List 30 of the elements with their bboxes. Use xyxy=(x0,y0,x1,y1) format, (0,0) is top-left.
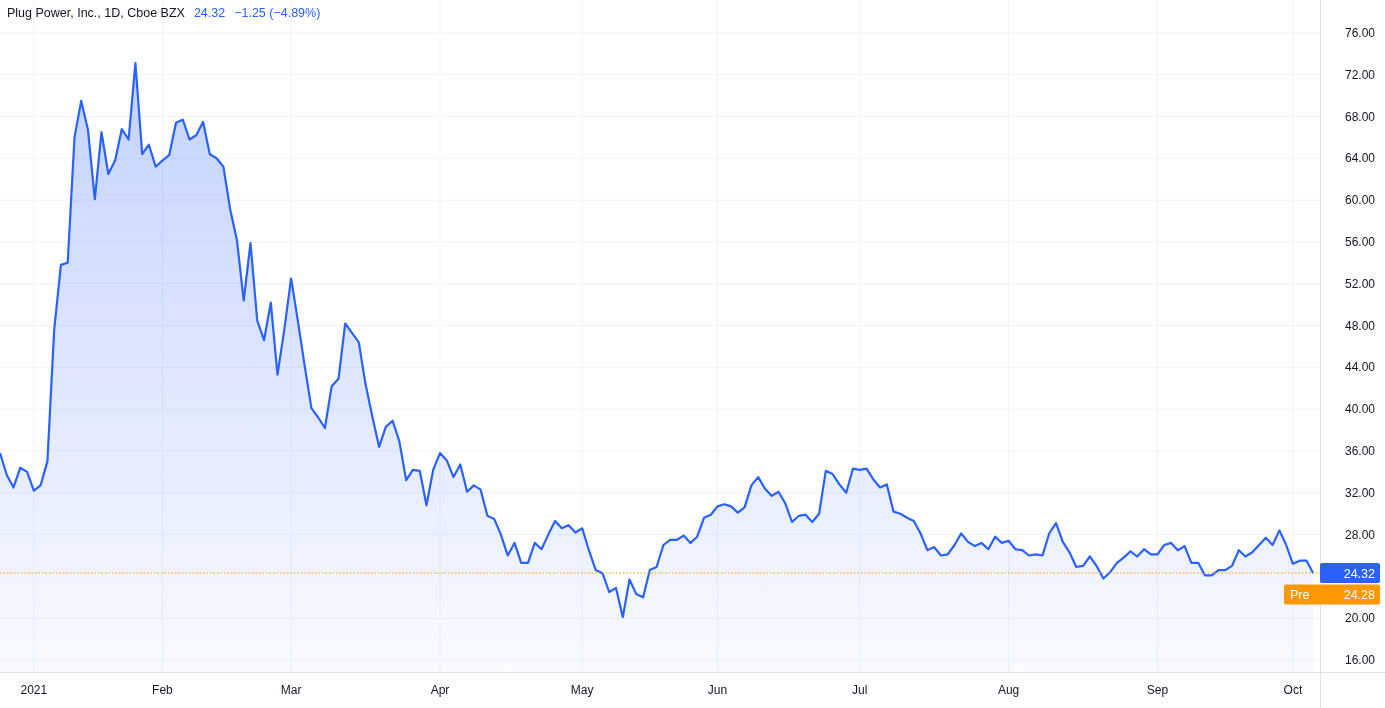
axis-label: 48.00 xyxy=(1344,318,1375,333)
axis-label: 56.00 xyxy=(1344,234,1375,249)
axis-label: 72.00 xyxy=(1344,67,1375,82)
axis-label: Jun xyxy=(707,683,728,697)
axis-label: Oct xyxy=(1283,683,1303,697)
axis-label: Mar xyxy=(280,683,302,697)
axis-label: 20.00 xyxy=(1344,611,1375,626)
axis-label: 28.00 xyxy=(1344,527,1375,542)
axis-label: Feb xyxy=(152,683,173,697)
symbol-title: Plug Power, Inc., 1D, Cboe BZX xyxy=(7,6,185,20)
axis-label: 68.00 xyxy=(1344,109,1375,124)
axis-label: 32.00 xyxy=(1344,485,1375,500)
price-tag: Pre 24.28 xyxy=(1284,584,1380,605)
axis-label: 36.00 xyxy=(1344,443,1375,458)
price-tag: 24.32 xyxy=(1320,563,1380,584)
price-change: −1.25 (−4.89%) xyxy=(234,6,321,20)
axis-label: Jul xyxy=(852,683,868,697)
axis-label: Aug xyxy=(997,683,1020,697)
axis-label: 40.00 xyxy=(1344,402,1375,417)
axis-label: 64.00 xyxy=(1344,151,1375,166)
last-price: 24.32 xyxy=(193,6,226,20)
axis-label: Apr xyxy=(430,683,450,697)
axis-label: 44.00 xyxy=(1344,360,1375,375)
axis-label: 16.00 xyxy=(1344,653,1375,667)
axis-label: 76.00 xyxy=(1344,25,1375,40)
axis-label: 52.00 xyxy=(1344,276,1375,291)
axis-label: 60.00 xyxy=(1344,193,1375,208)
axis-label: 2021 xyxy=(20,683,48,697)
axis-label: Sep xyxy=(1146,683,1169,697)
axis-label: May xyxy=(570,683,594,697)
